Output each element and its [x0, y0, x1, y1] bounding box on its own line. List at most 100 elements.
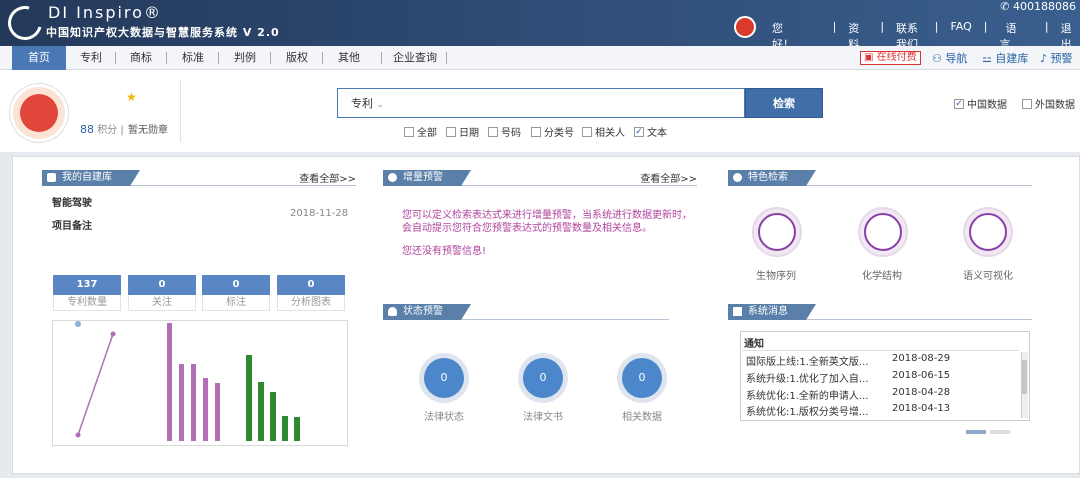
score-label: 积分: [97, 125, 118, 136]
system-messages-title-text: 系统消息: [748, 306, 788, 317]
search-type-select[interactable]: 专利 ⌄: [351, 95, 384, 111]
checkbox-icon: [404, 126, 414, 137]
source-foreign[interactable]: 外国数据: [1022, 96, 1075, 111]
nav-patent[interactable]: 专利: [70, 46, 112, 70]
score-value: 88: [80, 123, 94, 136]
source-china-label: 中国数据: [967, 100, 1007, 111]
bar: [270, 392, 276, 441]
chemical-structure-label: 化学结构: [862, 271, 902, 282]
notice-row[interactable]: 系统升级:1.优化了加入自...: [746, 370, 868, 385]
nav-home[interactable]: 首页: [12, 46, 66, 70]
library-chart: [52, 320, 348, 446]
bar: [282, 416, 288, 441]
nav-self-library[interactable]: ⚍ 自建库: [982, 50, 1028, 66]
notice-date: 2018-04-13: [892, 403, 951, 414]
semantic-visual-button[interactable]: [963, 207, 1013, 257]
library-date: 2018-11-28: [290, 208, 349, 219]
nav-other[interactable]: 其他: [328, 46, 370, 70]
search-button[interactable]: 检索: [745, 88, 823, 118]
brand-title: DI Inspiro®: [48, 3, 162, 22]
option-number-label: 号码: [501, 128, 521, 139]
search-input[interactable]: [337, 88, 745, 118]
option-date[interactable]: 日期: [446, 124, 479, 139]
brand-subtitle: 中国知识产权大数据与智慧服务系统 V 2.0: [46, 26, 280, 39]
user-score: 88 积分 |: [80, 123, 124, 136]
increment-alert-title-text: 增量预警: [403, 172, 443, 183]
checkbox-icon: [582, 126, 592, 137]
nav-case[interactable]: 判例: [224, 46, 266, 70]
nav-trademark[interactable]: 商标: [120, 46, 162, 70]
my-library-more-link[interactable]: 查看全部>>: [299, 170, 356, 185]
nav-company-query[interactable]: 企业查询: [388, 46, 442, 70]
notice-date: 2018-04-28: [892, 387, 951, 398]
notice-scrollbar-thumb[interactable]: [1022, 360, 1027, 394]
hierarchy-icon: ⚍: [982, 52, 992, 65]
stat-patents-value[interactable]: 137: [53, 275, 121, 295]
fox-mascot-icon: [20, 94, 58, 132]
stat-charts-label: 分析图表: [277, 295, 345, 311]
nav-copyright[interactable]: 版权: [276, 46, 318, 70]
bio-sequence-button[interactable]: [752, 207, 802, 257]
stat-charts-value[interactable]: 0: [277, 275, 345, 295]
speaker-icon: [733, 307, 742, 316]
option-number[interactable]: 号码: [488, 124, 521, 139]
legal-status-counter[interactable]: 0: [419, 353, 469, 403]
system-messages-title: 系统消息: [728, 304, 816, 320]
source-foreign-label: 外国数据: [1035, 100, 1075, 111]
bar: [246, 355, 252, 441]
nav-guide-label: 导航: [945, 52, 968, 65]
system-messages-header: 系统消息: [728, 304, 1032, 320]
related-data-counter[interactable]: 0: [617, 353, 667, 403]
chart-svg: [75, 321, 300, 441]
nav-alert[interactable]: ♪ 预警: [1040, 50, 1073, 66]
phone-number: ✆ 400188086: [1000, 0, 1076, 13]
legal-document-counter[interactable]: 0: [518, 353, 568, 403]
sitemap-icon: ⚇: [932, 52, 942, 65]
checkbox-icon: [531, 126, 541, 137]
bell-icon: ♪: [1040, 52, 1048, 65]
bar: [294, 417, 300, 441]
molecule-icon: [864, 213, 902, 251]
notice-row[interactable]: 系统优化:1.全新的申请人...: [746, 387, 868, 402]
library-item[interactable]: 项目备注: [52, 217, 92, 232]
option-all[interactable]: 全部: [404, 124, 437, 139]
stat-marked-label: 标注: [202, 295, 270, 311]
my-library-title: 我的自建库: [42, 170, 140, 186]
nav-guide[interactable]: ⚇ 导航: [932, 50, 967, 66]
divider: [180, 80, 181, 142]
pager-dot-active[interactable]: [966, 430, 986, 434]
my-library-title-text: 我的自建库: [62, 172, 112, 183]
info-icon: [388, 173, 397, 182]
notice-row[interactable]: 国际版上线:1.全新英文版...: [746, 353, 868, 368]
badge-status: 暂无勋章: [128, 125, 168, 136]
stat-marked-value[interactable]: 0: [202, 275, 270, 295]
dna-icon: [758, 213, 796, 251]
bar: [167, 323, 172, 441]
bar: [215, 383, 220, 441]
online-pay-button[interactable]: ▣ 在线付费: [860, 51, 921, 65]
chemical-structure-button[interactable]: [858, 207, 908, 257]
option-classification[interactable]: 分类号: [531, 124, 574, 139]
checkbox-icon: [446, 126, 456, 137]
library-item[interactable]: 智能驾驶: [52, 194, 92, 209]
notice-date: 2018-08-29: [892, 353, 951, 364]
option-classification-label: 分类号: [544, 128, 574, 139]
option-person[interactable]: 相关人: [582, 124, 625, 139]
book-icon: [47, 173, 56, 182]
option-text[interactable]: ✓ 文本: [634, 124, 667, 139]
related-data-label: 相关数据: [622, 412, 662, 423]
gear-icon: [733, 173, 742, 182]
line-point: [75, 432, 81, 438]
nav-standard[interactable]: 标准: [172, 46, 214, 70]
notice-row[interactable]: 系统优化:1.版权分类号增...: [746, 403, 868, 418]
chart-point: [75, 321, 81, 327]
search-type-label: 专利: [351, 97, 373, 110]
line-series: [77, 333, 114, 436]
source-china[interactable]: ✓ 中国数据: [954, 96, 1007, 111]
increment-alert-more-link[interactable]: 查看全部>>: [640, 170, 697, 185]
bar: [179, 364, 184, 441]
pager-dot[interactable]: [990, 430, 1010, 434]
nav-alert-label: 预警: [1050, 52, 1073, 65]
notice-header: 通知: [744, 339, 764, 350]
stat-follow-value[interactable]: 0: [128, 275, 196, 295]
